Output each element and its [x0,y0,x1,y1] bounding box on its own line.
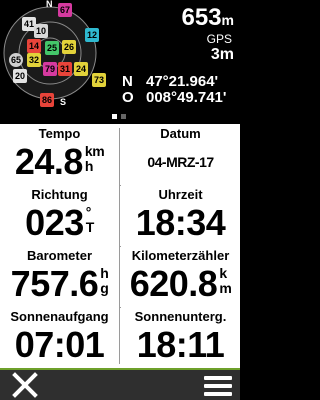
data-fields-grid: Tempo 24.8 km h Datum 04-MRZ-17 Richtung 0… [0,124,240,368]
longitude-hemisphere: O [122,89,134,106]
satellite-marker: 25 [45,41,59,55]
odometer-value: 620.8 [129,263,218,304]
field-odometer[interactable]: Kilometerzähler 620.8 k m [121,246,240,307]
field-label: Kilometerzähler [131,248,230,263]
sunset-value: 18:11 [136,324,225,365]
field-speed[interactable]: Tempo 24.8 km h [0,124,119,185]
latitude-readout: N 47°21.964' [122,73,218,90]
page-dot-1 [112,114,117,119]
field-label: Datum [160,126,201,141]
unit-bottom: h [84,158,94,174]
field-label: Sonnenunterg. [134,309,227,324]
bottom-bar [0,368,240,400]
longitude-readout: O 008°49.741' [122,89,226,106]
menu-bar-3 [204,392,232,396]
satellite-marker: 26 [62,40,76,54]
compass-north-label: N [46,0,53,9]
heading-value: 023 [25,202,84,243]
garmin-trip-computer-screen: 67 41 10 14 25 26 12 65 32 79 31 24 20 73 86 N S 653m … [0,0,240,400]
satellite-marker: 20 [13,69,27,83]
field-label: Sonnenaufgang [10,309,109,324]
satellite-marker: 10 [34,24,48,38]
satellite-marker: 86 [40,93,54,107]
unit-bottom: m [219,280,232,296]
satellite-marker: 32 [27,53,41,67]
field-barometer[interactable]: Barometer 757.6 h g [0,246,119,307]
unit-bottom: g [100,280,109,296]
field-sunset[interactable]: Sonnenunterg. 18:11 [121,307,240,368]
unit-bottom: T [85,219,95,235]
unit-top: ° [85,204,92,220]
field-value: 757.6 h g [0,263,119,305]
unit-top: km [84,143,105,159]
compass-south-label: S [60,97,67,107]
speed-unit: km h [84,143,105,174]
latitude-value: 47°21.964' [146,73,219,90]
satellite-marker: 67 [58,3,72,17]
satellite-marker: 14 [27,39,41,53]
speed-value: 24.8 [14,141,84,182]
page-indicator [0,110,240,124]
satellite-marker: 79 [43,62,57,76]
elevation-readout: 653m [182,4,235,32]
odometer-unit: km [219,266,231,296]
field-value: 24.8 km h [0,141,119,183]
menu-bar-2 [204,384,232,388]
heading-unit: ° T [85,204,95,235]
satellite-marker: 31 [58,62,72,76]
field-date[interactable]: Datum 04-MRZ-17 [121,124,240,185]
field-sunrise[interactable]: Sonnenaufgang 07:01 [0,307,119,368]
menu-icon[interactable] [204,374,232,398]
satellite-marker: 65 [9,53,23,67]
barometer-value: 757.6 [10,263,99,304]
field-heading[interactable]: Richtung 023 ° T [0,185,119,246]
latitude-hemisphere: N [122,73,133,90]
satellite-marker: 24 [74,62,88,76]
close-icon[interactable] [10,372,40,398]
elevation-value: 653 [181,4,222,31]
satellite-marker: 12 [85,28,99,42]
satellite-status-panel[interactable]: 67 41 10 14 25 26 12 65 32 79 31 24 20 73 86 N S 653m … [0,0,240,110]
gps-accuracy: 3m [210,46,234,63]
field-value: 620.8 k m [121,263,240,305]
field-value: 023 ° T [0,202,119,244]
barometer-unit: hg [100,265,109,296]
unit-top: h [100,265,109,281]
unit-top: k [219,265,227,281]
sunrise-value: 07:01 [14,324,105,365]
time-value: 18:34 [135,202,226,243]
field-label: Barometer [26,248,93,263]
satellite-marker: 73 [92,73,106,87]
field-label: Richtung [31,187,88,202]
page-dot-2 [121,114,126,119]
field-time[interactable]: Uhrzeit 18:34 [121,185,240,246]
date-value: 04-MRZ-17 [147,154,214,170]
field-label: Uhrzeit [158,187,203,202]
menu-bar-1 [204,376,232,380]
field-label: Tempo [38,126,81,141]
elevation-unit: m [221,12,234,28]
gps-label: GPS [206,32,232,46]
longitude-value: 008°49.741' [146,89,227,106]
